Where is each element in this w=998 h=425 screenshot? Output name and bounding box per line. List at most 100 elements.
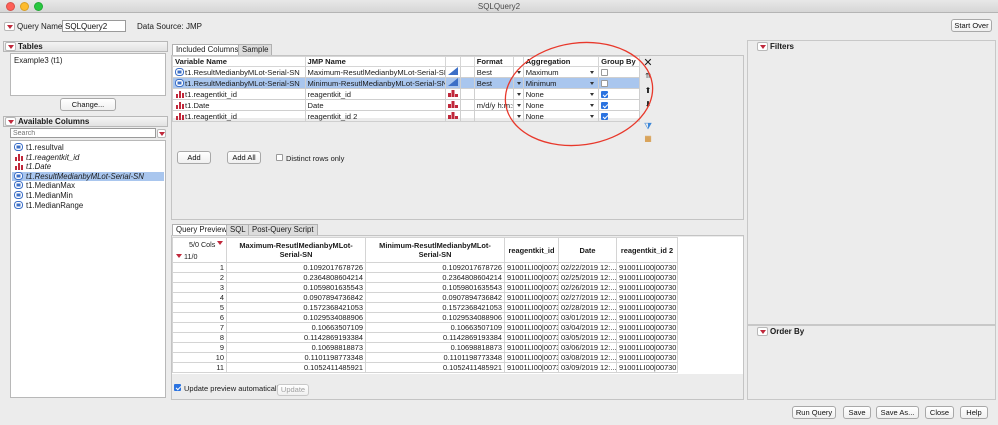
preview-row[interactable]: 7 0.10663507109 0.10663507109 91001LI00|007… — [172, 322, 678, 333]
tab-sample[interactable]: Sample — [238, 44, 273, 55]
available-column-item[interactable]: t1.resultval — [14, 143, 64, 152]
chevron-down-icon[interactable] — [514, 79, 522, 88]
filter-icon[interactable]: ⧩ — [643, 121, 653, 131]
available-columns-list[interactable]: t1.resultval t1.reagentkit_id t1.Date t1.Re… — [10, 140, 166, 398]
modeling-type-cell[interactable] — [445, 66, 461, 78]
filters-header[interactable]: Filters — [756, 42, 996, 53]
column-search-input[interactable] — [10, 128, 156, 138]
group-by-cell[interactable] — [598, 88, 640, 100]
group-by-checkbox[interactable] — [601, 102, 609, 109]
query-menu-button[interactable] — [4, 22, 15, 31]
move-top-icon[interactable]: ⇈ — [643, 72, 653, 82]
aggregation-cell[interactable]: Maximum — [522, 66, 600, 78]
modeling-type-continuous-icon[interactable] — [447, 67, 458, 75]
preview-col-reagentkit-2[interactable]: reagentkit_id 2 — [616, 237, 678, 263]
aggregation-cell[interactable]: None — [522, 99, 600, 111]
col-header-group-by[interactable]: Group By — [598, 56, 640, 67]
group-by-cell[interactable] — [598, 110, 640, 122]
format-cell[interactable]: Best — [473, 66, 514, 78]
preview-row[interactable]: 9 0.10698818873 0.10698818873 91001LI00|007… — [172, 342, 678, 353]
jmp-name-cell[interactable]: Date — [304, 99, 447, 111]
format-cell[interactable]: Best — [473, 77, 514, 89]
preview-row[interactable]: 4 0.0907894736842 0.0907894736842 91001LI00… — [172, 292, 678, 303]
format-dropdown-cell[interactable] — [512, 110, 524, 122]
available-column-item[interactable]: t1.MedianMin — [14, 191, 73, 200]
row-number[interactable]: 10 — [172, 352, 227, 363]
format-cell[interactable] — [473, 110, 514, 122]
tables-list[interactable]: Example3 (t1) — [10, 53, 166, 96]
auto-update-checkbox[interactable] — [174, 384, 181, 391]
add-all-button[interactable]: Add All — [227, 151, 261, 164]
variable-name-cell[interactable]: t1.reagentkit_id — [172, 110, 306, 122]
preview-row[interactable]: 6 0.1029534088906 0.1029534088906 91001LI00… — [172, 312, 678, 323]
help-button[interactable]: Help — [960, 406, 988, 419]
row-number[interactable]: 3 — [172, 282, 227, 293]
included-column-row[interactable]: t1.Date Date m/d/y h:m:s None — [172, 99, 640, 111]
modeling-type-cell[interactable] — [445, 88, 461, 100]
preview-col-date[interactable]: Date — [558, 237, 617, 263]
order-by-menu-button[interactable] — [757, 327, 768, 336]
add-button[interactable]: Add — [177, 151, 211, 164]
modeling-type-cell[interactable] — [445, 110, 461, 122]
available-column-item[interactable]: t1.ResultMedianbyMLot-Serial-SN — [12, 171, 164, 181]
available-column-item[interactable]: t1.MedianMax — [14, 181, 75, 190]
available-column-item[interactable]: t1.MedianRange — [14, 200, 83, 210]
format-dropdown-cell[interactable] — [512, 66, 524, 78]
table-item[interactable]: Example3 (t1) — [14, 56, 63, 65]
included-column-row[interactable]: t1.ResultMedianbyMLot-Serial-SN Minimum-R… — [172, 77, 640, 89]
format-cell[interactable] — [473, 88, 514, 100]
row-number[interactable]: 11 — [172, 362, 227, 373]
preview-row[interactable]: 1 0.1092017678726 0.1092017678726 91001LI00… — [172, 262, 678, 273]
search-options-button[interactable] — [157, 129, 166, 138]
order-by-icon[interactable]: ▦ — [643, 134, 653, 144]
row-number[interactable]: 1 — [172, 262, 227, 273]
row-number[interactable]: 5 — [172, 302, 227, 313]
query-name-input[interactable] — [62, 20, 126, 32]
preview-row[interactable]: 8 0.1142869193384 0.1142869193384 91001LI00… — [172, 332, 678, 343]
jmp-name-cell[interactable]: reagentkit_id 2 — [304, 110, 447, 122]
aggregation-dropdown[interactable]: Minimum — [526, 79, 596, 88]
included-column-row[interactable]: t1.ResultMedianbyMLot-Serial-SN Maximum-R… — [172, 66, 640, 78]
jmp-name-cell[interactable]: Minimum-ResutlMedianbyMLot-Serial-SN — [304, 77, 447, 89]
jmp-name-cell[interactable]: reagentkit_id — [304, 88, 447, 100]
row-number[interactable]: 9 — [172, 342, 227, 353]
variable-name-cell[interactable]: t1.ResultMedianbyMLot-Serial-SN — [172, 77, 306, 89]
preview-col-reagentkit[interactable]: reagentkit_id — [504, 237, 559, 263]
format-cell[interactable]: m/d/y h:m:s — [473, 99, 514, 111]
rows-menu-icon[interactable] — [176, 254, 182, 258]
format-dropdown-cell[interactable] — [512, 77, 524, 89]
tab-query-preview[interactable]: Query Preview — [172, 224, 232, 235]
preview-grid[interactable]: 5/0 Cols 11/0 Maximum-ResutlMedianbyMLot… — [172, 237, 678, 373]
chevron-down-icon[interactable] — [514, 112, 522, 121]
modeling-type-cell[interactable] — [445, 99, 461, 111]
run-query-button[interactable]: Run Query — [792, 406, 836, 419]
tables-header[interactable]: Tables — [3, 41, 168, 52]
modeling-type-cell[interactable] — [445, 77, 461, 89]
preview-row[interactable]: 11 0.1052411485921 0.1052411485921 91001LI0… — [172, 362, 678, 373]
available-column-item[interactable]: t1.reagentkit_id — [14, 153, 79, 162]
close-button[interactable]: Close — [925, 406, 954, 419]
modeling-type-continuous-icon[interactable] — [447, 78, 458, 86]
available-columns-header[interactable]: Available Columns — [3, 116, 168, 127]
group-by-checkbox[interactable] — [601, 91, 609, 98]
modeling-type-nominal-icon[interactable] — [447, 111, 458, 119]
distinct-rows-checkbox[interactable] — [276, 154, 283, 161]
row-number[interactable]: 8 — [172, 332, 227, 343]
jmp-name-cell[interactable]: Maximum-ResutlMedianbyMLot-Serial-SN — [304, 66, 447, 78]
row-number[interactable]: 7 — [172, 322, 227, 333]
row-number[interactable]: 2 — [172, 272, 227, 283]
included-column-row[interactable]: t1.reagentkit_id reagentkit_id None — [172, 88, 640, 100]
chevron-down-icon[interactable] — [514, 68, 522, 77]
save-as-button[interactable]: Save As... — [876, 406, 919, 419]
aggregation-cell[interactable]: None — [522, 88, 600, 100]
start-over-button[interactable]: Start Over — [951, 19, 992, 32]
preview-col-max[interactable]: Maximum-ResutlMedianbyMLot-Serial-SN — [226, 237, 366, 263]
aggregation-dropdown[interactable]: None — [526, 90, 596, 99]
preview-row[interactable]: 5 0.1572368421053 0.1572368421053 91001LI00… — [172, 302, 678, 313]
group-by-cell[interactable] — [598, 99, 640, 111]
change-table-button[interactable]: Change... — [60, 98, 116, 111]
update-button[interactable]: Update — [277, 384, 309, 396]
col-header-format[interactable]: Format — [473, 56, 514, 67]
modeling-type-nominal-icon[interactable] — [447, 89, 458, 97]
remove-column-icon[interactable]: ✕ — [643, 58, 653, 69]
